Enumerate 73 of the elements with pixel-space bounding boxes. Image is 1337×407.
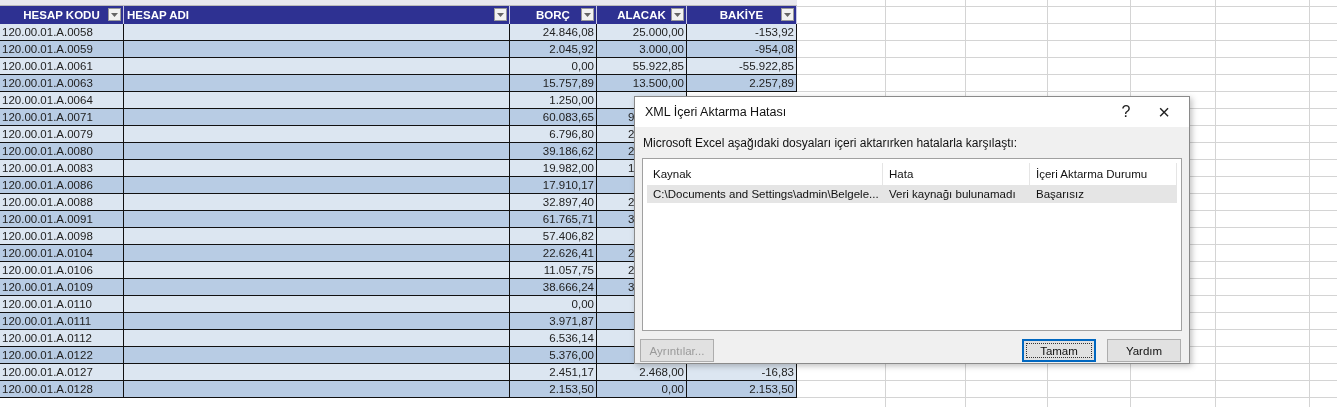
table-cell: 17.910,17 <box>510 177 597 194</box>
table-cell: -954,08 <box>687 41 797 58</box>
table-cell: 11.057,75 <box>510 262 597 279</box>
help-button[interactable]: ? <box>1107 97 1145 127</box>
table-cell: 5.376,00 <box>510 347 597 364</box>
table-cell: 60.083,65 <box>510 109 597 126</box>
table-cell: 120.00.01.A.0058 <box>0 24 124 41</box>
table-cell: 120.00.01.A.0104 <box>0 245 124 262</box>
filter-dropdown-icon[interactable] <box>108 8 121 21</box>
table-cell: 2.153,50 <box>510 381 597 398</box>
table-cell: 120.00.01.A.0111 <box>0 313 124 330</box>
table-cell: 120.00.01.A.0122 <box>0 347 124 364</box>
table-cell: 120.00.01.A.0080 <box>0 143 124 160</box>
table-cell: 2.045,92 <box>510 41 597 58</box>
column-header-label: HESAP ADI <box>127 9 189 21</box>
list-cell-text: Veri kaynağı bulunamadı <box>888 187 1017 202</box>
table-cell: 6.536,14 <box>510 330 597 347</box>
table-cell: 15.757,89 <box>510 75 597 92</box>
table-cell: 1.250,00 <box>510 92 597 109</box>
table-cell: 25.000,00 <box>597 24 687 41</box>
table-cell: 120.00.01.A.0061 <box>0 58 124 75</box>
column-header-label: HESAP KODU <box>23 9 100 21</box>
close-button[interactable]: × <box>1145 97 1183 127</box>
table-cell: 120.00.01.A.0079 <box>0 126 124 143</box>
table-cell: 120.00.01.A.0106 <box>0 262 124 279</box>
table-cell: 3.000,00 <box>597 41 687 58</box>
table-cell: 39.186,62 <box>510 143 597 160</box>
table-cell: 0,00 <box>510 296 597 313</box>
table-cell: 120.00.01.A.0063 <box>0 75 124 92</box>
filter-dropdown-icon[interactable] <box>494 8 507 21</box>
list-cell-text: Başarısız <box>1035 187 1085 202</box>
column-header-label: ALACAK <box>617 9 666 21</box>
table-cell: 120.00.01.A.0110 <box>0 296 124 313</box>
table-cell: 38.666,24 <box>510 279 597 296</box>
table-cell: 13.500,00 <box>597 75 687 92</box>
table-cell: 2.468,00 <box>597 364 687 381</box>
table-cell: 3.971,87 <box>510 313 597 330</box>
table-cell: 61.765,71 <box>510 211 597 228</box>
table-cell: 22.626,41 <box>510 245 597 262</box>
table-cell: 120.00.01.A.0086 <box>0 177 124 194</box>
table-cell: 2.257,89 <box>687 75 797 92</box>
table-cell: 57.406,82 <box>510 228 597 245</box>
dialog-button[interactable]: Tamam <box>1022 339 1096 362</box>
filter-dropdown-icon[interactable] <box>781 8 794 21</box>
filter-dropdown-icon[interactable] <box>581 8 594 21</box>
table-cell: 120.00.01.A.0088 <box>0 194 124 211</box>
filter-dropdown-icon[interactable] <box>671 8 684 21</box>
table-cell: 120.00.01.A.0128 <box>0 381 124 398</box>
table-cell: 120.00.01.A.0127 <box>0 364 124 381</box>
table-cell: 0,00 <box>510 58 597 75</box>
table-cell: 24.846,08 <box>510 24 597 41</box>
table-cell: 2.153,50 <box>687 381 797 398</box>
column-header-label: BORÇ <box>536 9 570 21</box>
table-cell: 55.922,85 <box>597 58 687 75</box>
table-cell: 120.00.01.A.0109 <box>0 279 124 296</box>
table-cell: 120.00.01.A.0071 <box>0 109 124 126</box>
table-cell: -16,83 <box>687 364 797 381</box>
table-cell: 120.00.01.A.0091 <box>0 211 124 228</box>
column-header-label: BAKİYE <box>719 9 764 21</box>
table-cell: 120.00.01.A.0112 <box>0 330 124 347</box>
table-cell: 6.796,80 <box>510 126 597 143</box>
table-cell: 120.00.01.A.0059 <box>0 41 124 58</box>
error-list-row[interactable]: C:\Documents and Settings\admin\Belgele... Veri kaynağı bulunamadı Başarısız <box>647 185 1177 203</box>
table-cell: -153,92 <box>687 24 797 41</box>
table-cell: 120.00.01.A.0083 <box>0 160 124 177</box>
table-cell: 2.451,17 <box>510 364 597 381</box>
table-cell: 120.00.01.A.0064 <box>0 92 124 109</box>
dialog-button[interactable]: Yardım <box>1107 339 1181 362</box>
table-cell: 120.00.01.A.0098 <box>0 228 124 245</box>
table-cell: -55.922,85 <box>687 58 797 75</box>
table-cell: 0,00 <box>597 381 687 398</box>
table-cell: 19.982,00 <box>510 160 597 177</box>
table-cell: 32.897,40 <box>510 194 597 211</box>
